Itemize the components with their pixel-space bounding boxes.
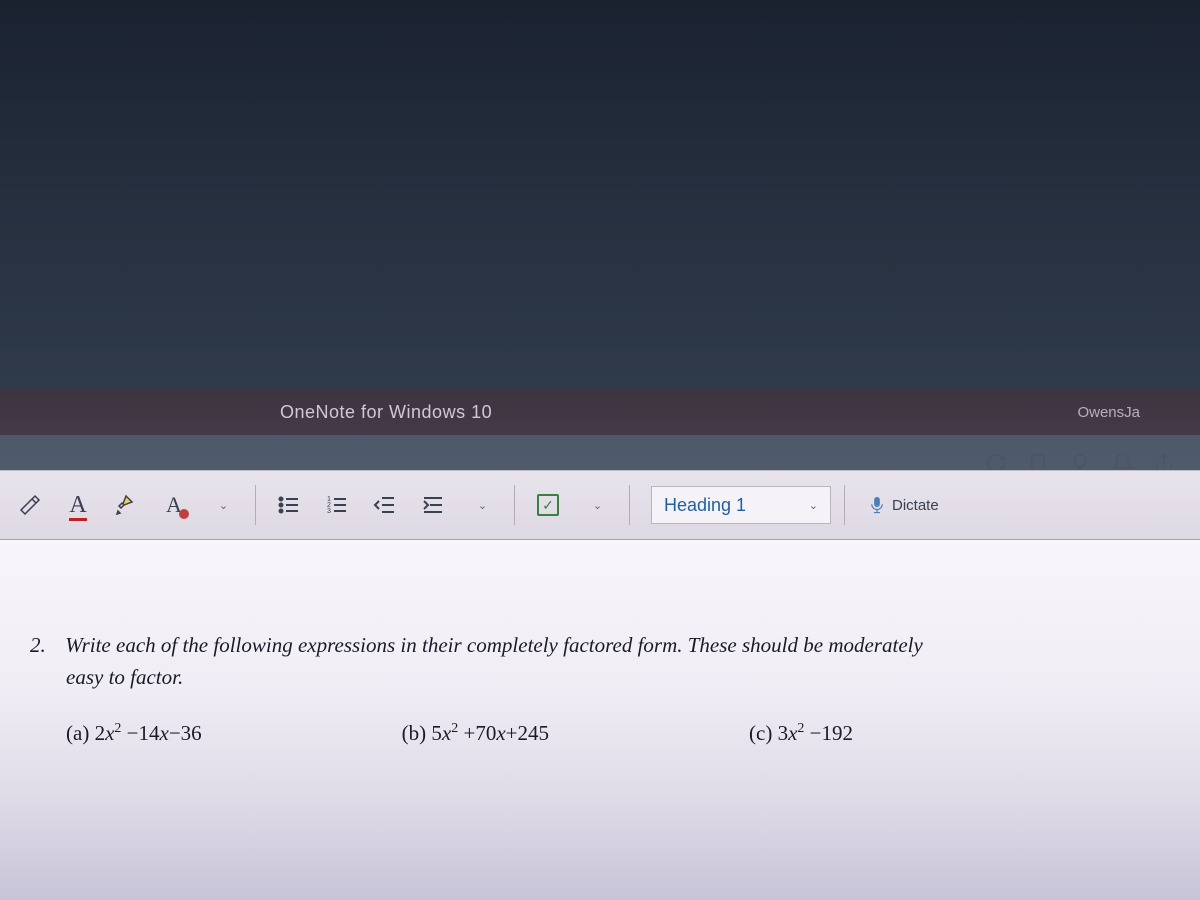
checkbox-icon: ✓ [537,494,559,516]
heading-style-select[interactable]: Heading 1 ⌄ [651,486,831,524]
title-bar: OneNote for Windows 10 OwensJa [0,390,1200,435]
problem-statement: 2. Write each of the following expressio… [30,630,1170,693]
expression-c: (c) 3x2 −192 [749,721,853,746]
expression-b: (b) 5x2 +70x+245 [402,721,549,746]
numbered-list-button[interactable]: 1 2 3 [317,485,357,525]
tags-dropdown-chevron[interactable]: ⌄ [576,485,616,525]
font-dropdown-chevron[interactable]: ⌄ [202,485,242,525]
window-background-top [0,0,1200,390]
separator [629,485,630,525]
todo-tag-button[interactable]: ✓ [528,485,568,525]
problem-line-2: easy to factor. [66,662,1170,694]
problem-number: 2. [30,630,60,662]
separator [514,485,515,525]
ribbon-toolbar: A A ⌄ 1 [0,470,1200,540]
expr-b-label: (b) [402,721,427,745]
separator [844,485,845,525]
microphone-icon [868,494,886,516]
paragraph-dropdown-chevron[interactable]: ⌄ [461,485,501,525]
clear-formatting-button[interactable]: A [154,485,194,525]
expr-a-math: 2x2 −14x−36 [95,721,202,745]
user-name: OwensJa [1077,404,1140,421]
expressions-row: (a) 2x2 −14x−36 (b) 5x2 +70x+245 (c) 3x2… [66,721,1170,746]
expr-c-math: 3x2 −192 [778,721,853,745]
heading-style-label: Heading 1 [664,495,746,516]
app-title: OneNote for Windows 10 [280,402,492,423]
chevron-down-icon: ⌄ [219,499,228,512]
page-content[interactable]: 2. Write each of the following expressio… [0,540,1200,900]
expr-a-label: (a) [66,721,89,745]
font-color-a-icon: A [69,492,86,519]
text-highlight-button[interactable] [106,485,146,525]
clear-format-a-icon: A [166,492,182,518]
expr-c-label: (c) [749,721,772,745]
dictate-button[interactable]: Dictate [858,494,949,516]
highlight-button[interactable] [10,485,50,525]
font-color-button[interactable]: A [58,485,98,525]
outdent-button[interactable] [365,485,405,525]
svg-text:3: 3 [327,508,331,515]
expr-b-math: 5x2 +70x+245 [431,721,549,745]
chevron-down-icon: ⌄ [809,499,818,512]
problem-line-1: Write each of the following expressions … [65,633,923,657]
chevron-down-icon: ⌄ [478,499,487,512]
chevron-down-icon: ⌄ [593,499,602,512]
bullet-list-button[interactable] [269,485,309,525]
indent-button[interactable] [413,485,453,525]
expression-a: (a) 2x2 −14x−36 [66,721,202,746]
separator [255,485,256,525]
dictate-label: Dictate [892,497,939,514]
